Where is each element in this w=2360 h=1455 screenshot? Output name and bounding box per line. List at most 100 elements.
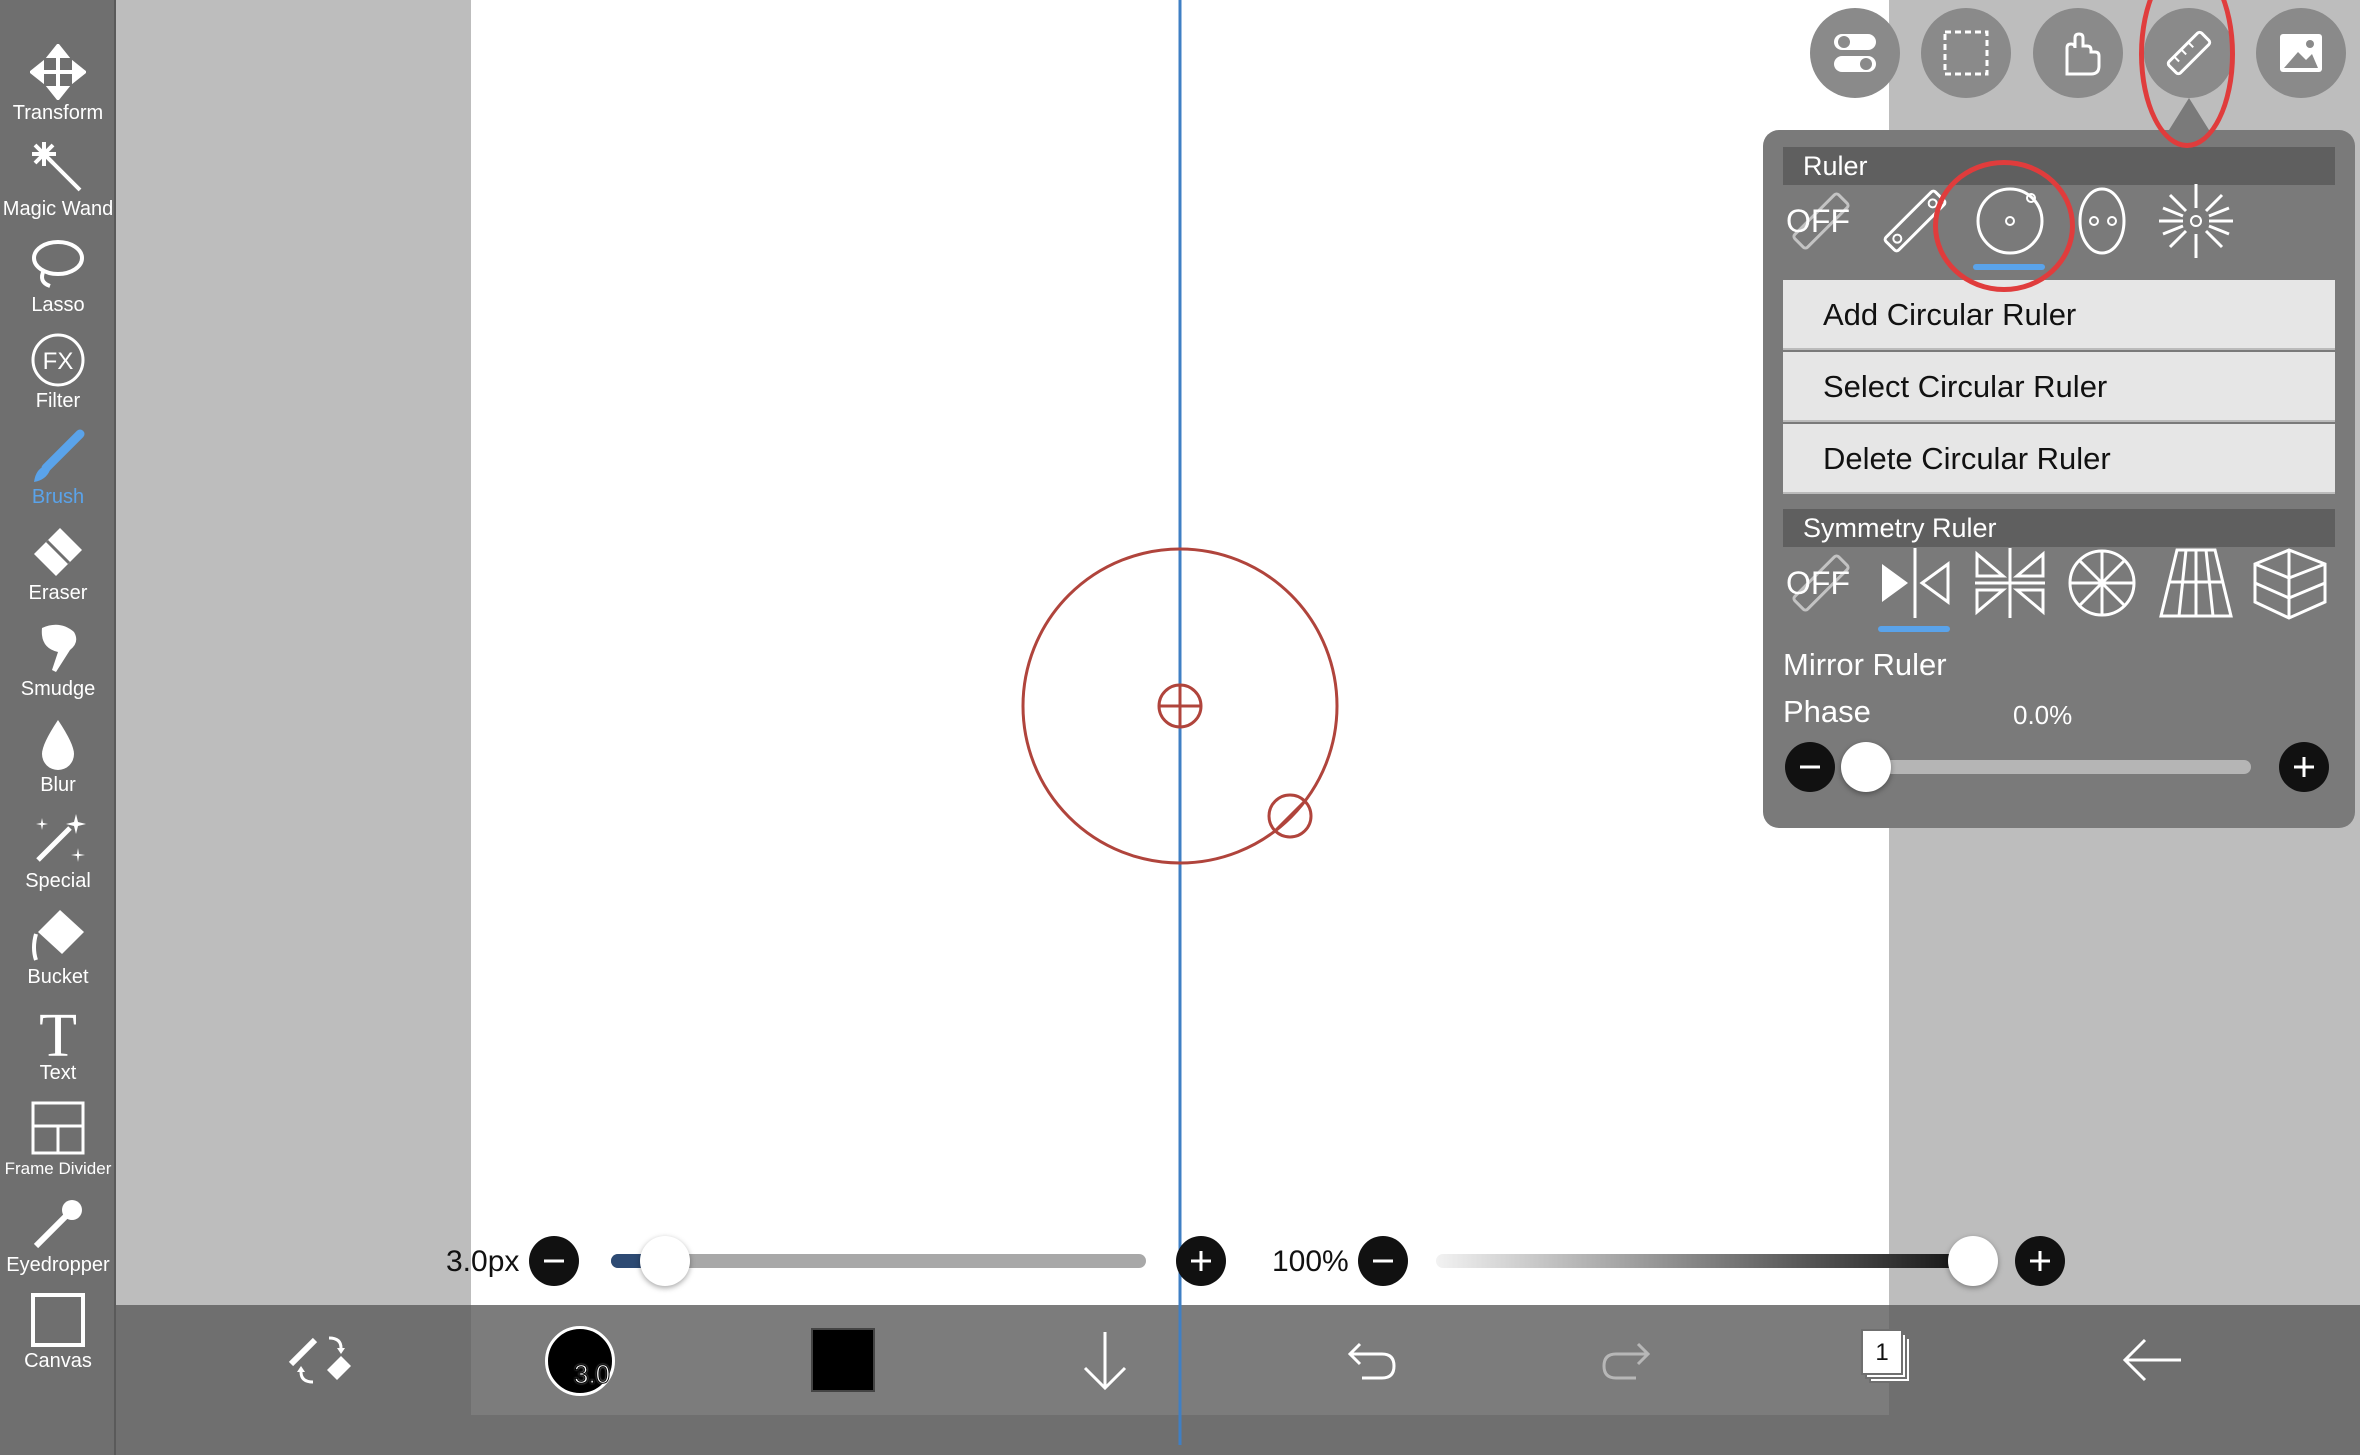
- layers-icon: 1: [1861, 1329, 1911, 1383]
- plus-icon: [2294, 757, 2314, 777]
- opacity-decrease-button[interactable]: [1358, 1236, 1408, 1286]
- tool-brush[interactable]: Brush: [0, 422, 116, 518]
- tool-text[interactable]: T Text: [0, 998, 116, 1094]
- special-icon: [36, 814, 86, 862]
- tool-bucket[interactable]: Bucket: [0, 902, 116, 998]
- tool-sidebar: Transform Magic Wand Lasso FX Filter Bru…: [0, 0, 116, 1455]
- tool-label: Brush: [31, 486, 85, 508]
- ruler-off-icon: OFF: [1786, 192, 1850, 250]
- symmetry-off-icon: OFF: [1786, 554, 1850, 612]
- phase-decrease-button[interactable]: [1785, 742, 1835, 792]
- tool-label: Text: [39, 1062, 77, 1084]
- text-icon: T: [39, 1004, 77, 1060]
- tool-eraser[interactable]: Eraser: [0, 518, 116, 614]
- ruler-header: Ruler: [1783, 147, 2335, 185]
- magic-wand-icon: [32, 142, 82, 192]
- ruler-off-text: OFF: [1786, 203, 1850, 239]
- tool-transform[interactable]: Transform: [0, 38, 116, 134]
- select-circular-ruler-item[interactable]: Select Circular Ruler: [1783, 352, 2335, 422]
- mirror-symmetry-button[interactable]: [1874, 542, 1956, 624]
- ruler-off-button[interactable]: OFF: [1780, 180, 1862, 262]
- back-button[interactable]: [2113, 1320, 2193, 1400]
- mirror-ruler-label: Mirror Ruler: [1783, 647, 1947, 682]
- selection-icon: [1943, 30, 1989, 76]
- perspective-symmetry-icon: [2159, 548, 2233, 618]
- brush-size-slider-knob[interactable]: [639, 1236, 690, 1286]
- tool-canvas[interactable]: Canvas: [0, 1286, 116, 1382]
- frame-divider-icon: [31, 1101, 85, 1155]
- delete-circular-ruler-item[interactable]: Delete Circular Ruler: [1783, 424, 2335, 494]
- symmetry-selected-indicator: [1878, 626, 1950, 632]
- tool-label: Blur: [40, 774, 76, 796]
- tool-label: Filter: [35, 390, 81, 412]
- phase-increase-button[interactable]: [2279, 742, 2329, 792]
- smudge-icon: [41, 624, 77, 672]
- kaleidoscope-symmetry-icon: [1975, 548, 2045, 618]
- blur-icon: [42, 720, 74, 770]
- opacity-label: 100%: [1272, 1245, 1349, 1278]
- grid-3d-icon: [2253, 548, 2327, 620]
- brush-size-label: 3.0px: [446, 1245, 520, 1278]
- symmetry-off-text: OFF: [1786, 565, 1850, 601]
- tool-label: Transform: [12, 102, 104, 124]
- selection-button[interactable]: [1921, 8, 2011, 98]
- phase-value: 0.0%: [2013, 700, 2073, 730]
- tool-label: Special: [25, 870, 91, 892]
- arrow-left-icon: [2122, 1338, 2181, 1382]
- brush-eraser-swap-button[interactable]: [279, 1320, 359, 1400]
- radial-ruler-icon: [2159, 184, 2233, 258]
- drawing-paper[interactable]: [471, 0, 1889, 1415]
- tool-special[interactable]: Special: [0, 806, 116, 902]
- opacity-slider-track[interactable]: [1436, 1254, 1973, 1268]
- tool-label: Eyedropper: [6, 1254, 110, 1276]
- undo-icon: [1347, 1342, 1396, 1380]
- brush-size-slider-track[interactable]: [611, 1254, 1146, 1268]
- hand-icon: [2065, 32, 2101, 76]
- filter-icon: FX: [31, 333, 85, 387]
- filter-icon-text: FX: [43, 348, 74, 375]
- tool-label: Eraser: [28, 582, 88, 604]
- radial-ruler-button[interactable]: [2155, 180, 2237, 262]
- toggle-icon: [1834, 34, 1876, 72]
- minus-icon: [544, 1259, 564, 1263]
- tool-magic-wand[interactable]: Magic Wand: [0, 134, 116, 230]
- undo-button[interactable]: [1328, 1320, 1408, 1400]
- image-button[interactable]: [2256, 8, 2346, 98]
- color-swatch-button[interactable]: [811, 1328, 875, 1392]
- layers-button[interactable]: 1: [1852, 1320, 1932, 1400]
- plus-icon: [2030, 1251, 2050, 1271]
- opacity-slider-knob[interactable]: [1948, 1236, 1998, 1286]
- minus-icon: [1373, 1259, 1393, 1263]
- toggle-button[interactable]: [1810, 8, 1900, 98]
- brush-icon: [34, 429, 85, 482]
- tool-smudge[interactable]: Smudge: [0, 614, 116, 710]
- perspective-symmetry-button[interactable]: [2155, 542, 2237, 624]
- tool-label: Lasso: [31, 294, 85, 316]
- tool-frame-divider[interactable]: Frame Divider: [0, 1094, 116, 1190]
- brush-size-decrease-button[interactable]: [529, 1236, 579, 1286]
- brush-size-increase-button[interactable]: [1176, 1236, 1226, 1286]
- tool-lasso[interactable]: Lasso: [0, 230, 116, 326]
- swap-tools-icon: [288, 1336, 351, 1384]
- tool-label: Smudge: [20, 678, 96, 700]
- phase-label: Phase: [1783, 694, 1871, 729]
- symmetry-off-button[interactable]: OFF: [1780, 542, 1862, 624]
- bottom-bar-center: [471, 1305, 1889, 1415]
- eyedropper-icon: [33, 1200, 82, 1249]
- add-circular-ruler-item[interactable]: Add Circular Ruler: [1783, 280, 2335, 350]
- rotation-symmetry-button[interactable]: [2061, 542, 2143, 624]
- phase-slider-track[interactable]: [1866, 760, 2251, 774]
- phase-slider-knob[interactable]: [1841, 742, 1891, 792]
- hand-button[interactable]: [2033, 8, 2123, 98]
- download-button[interactable]: [1065, 1320, 1145, 1400]
- opacity-increase-button[interactable]: [2015, 1236, 2065, 1286]
- plus-icon: [1191, 1251, 1211, 1271]
- redo-button[interactable]: [1590, 1320, 1670, 1400]
- grid-3d-symmetry-button[interactable]: [2249, 542, 2331, 624]
- tool-blur[interactable]: Blur: [0, 710, 116, 806]
- tool-filter[interactable]: FX Filter: [0, 326, 116, 422]
- brush-size-preview-button[interactable]: 3.0: [545, 1326, 615, 1396]
- kaleidoscope-symmetry-button[interactable]: [1969, 542, 2051, 624]
- lasso-icon: [32, 240, 84, 288]
- tool-eyedropper[interactable]: Eyedropper: [0, 1190, 116, 1286]
